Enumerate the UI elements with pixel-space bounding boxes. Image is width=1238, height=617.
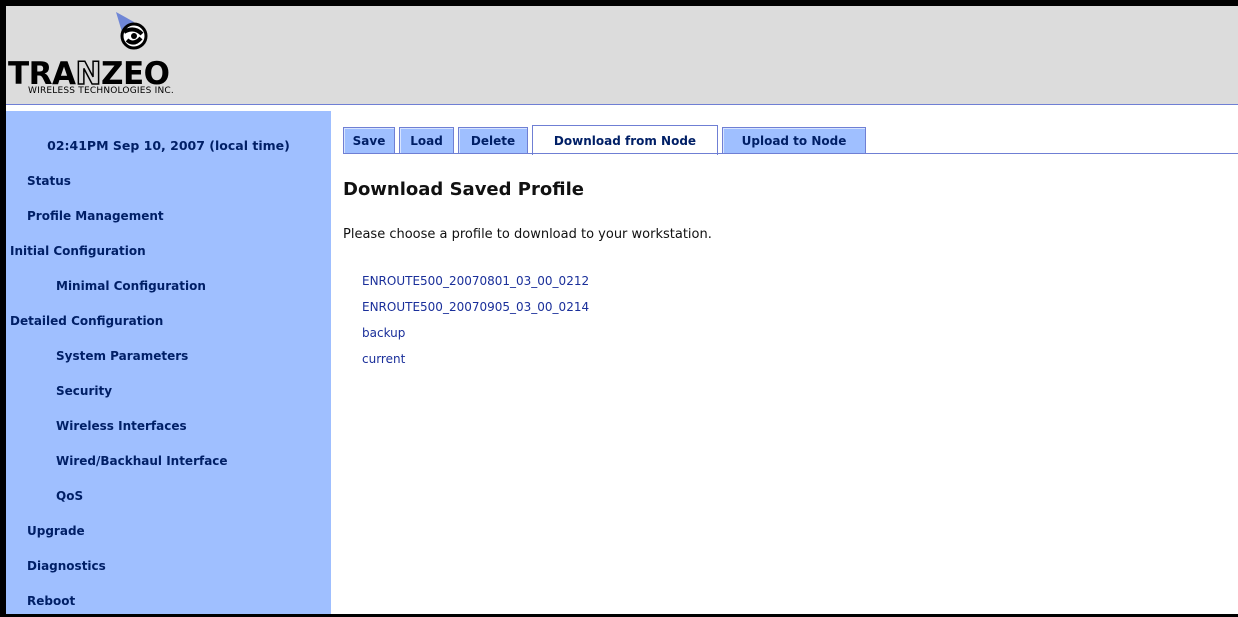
sidebar-item-upgrade[interactable]: Upgrade bbox=[27, 524, 85, 538]
main-content: Save Load Delete Download from Node Uplo… bbox=[331, 111, 1238, 614]
sidebar-nav: 02:41PM Sep 10, 2007 (local time) Status… bbox=[6, 111, 331, 614]
profile-link[interactable]: ENROUTE500_20070905_03_00_0214 bbox=[362, 300, 589, 314]
tab-bar-underline bbox=[343, 153, 1238, 154]
tab-save[interactable]: Save bbox=[343, 127, 395, 154]
sidebar-item-system-parameters[interactable]: System Parameters bbox=[56, 349, 188, 363]
sidebar-item-status[interactable]: Status bbox=[27, 174, 71, 188]
sidebar-item-wired-backhaul-interface[interactable]: Wired/Backhaul Interface bbox=[56, 454, 228, 468]
sidebar-item-minimal-configuration[interactable]: Minimal Configuration bbox=[56, 279, 206, 293]
sidebar-item-reboot[interactable]: Reboot bbox=[27, 594, 75, 608]
sidebar-section-initial-configuration[interactable]: Initial Configuration bbox=[10, 244, 146, 258]
sidebar-item-qos[interactable]: QoS bbox=[56, 489, 83, 503]
tranzeo-logo[interactable]: TRANZEO WIRELESS TECHNOLOGIES INC. bbox=[6, 6, 276, 104]
profile-link[interactable]: backup bbox=[362, 326, 405, 340]
antenna-logo-icon bbox=[116, 12, 148, 50]
sidebar-item-profile-management[interactable]: Profile Management bbox=[27, 209, 164, 223]
sidebar-item-diagnostics[interactable]: Diagnostics bbox=[27, 559, 106, 573]
page-description: Please choose a profile to download to y… bbox=[343, 227, 712, 242]
tab-upload-to-node[interactable]: Upload to Node bbox=[722, 127, 866, 154]
profile-link[interactable]: ENROUTE500_20070801_03_00_0212 bbox=[362, 274, 589, 288]
sidebar-item-security[interactable]: Security bbox=[56, 384, 112, 398]
tab-download-from-node[interactable]: Download from Node bbox=[532, 125, 718, 155]
local-time-clock: 02:41PM Sep 10, 2007 (local time) bbox=[47, 138, 290, 153]
logo-tagline: WIRELESS TECHNOLOGIES INC. bbox=[28, 86, 174, 96]
app-frame: TRANZEO WIRELESS TECHNOLOGIES INC. 02:41… bbox=[6, 6, 1238, 614]
header-banner: TRANZEO WIRELESS TECHNOLOGIES INC. bbox=[6, 6, 1238, 105]
tab-load[interactable]: Load bbox=[399, 127, 454, 154]
tab-delete[interactable]: Delete bbox=[458, 127, 528, 154]
profile-link[interactable]: current bbox=[362, 352, 405, 366]
page-title: Download Saved Profile bbox=[343, 179, 584, 200]
sidebar-item-wireless-interfaces[interactable]: Wireless Interfaces bbox=[56, 419, 187, 433]
sidebar-section-detailed-configuration[interactable]: Detailed Configuration bbox=[10, 314, 163, 328]
